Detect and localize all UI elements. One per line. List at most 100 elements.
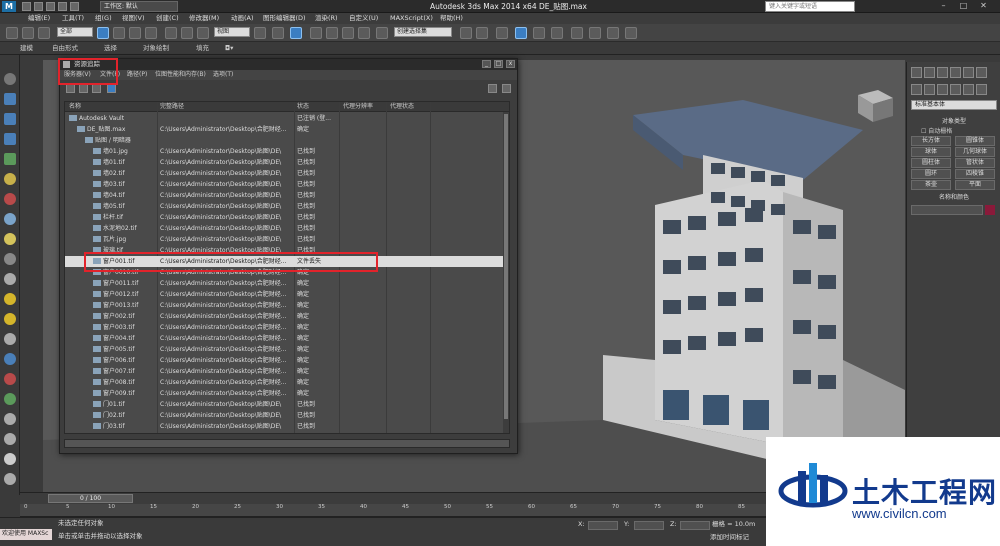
close-button[interactable]: ✕ bbox=[978, 1, 989, 12]
menu-help[interactable]: 帮助(H) bbox=[440, 14, 463, 23]
table-row[interactable]: 窗户006.tif C:\Users\Administrator\Desktop\… bbox=[65, 355, 505, 366]
tab-populate[interactable]: 填充 bbox=[196, 44, 209, 53]
primitive-type-select[interactable]: 标准基本体 bbox=[911, 100, 997, 110]
cameras-icon[interactable] bbox=[950, 84, 961, 95]
curve-editor-icon[interactable] bbox=[533, 27, 545, 39]
window-crossing-icon[interactable] bbox=[145, 27, 157, 39]
geometry-icon[interactable] bbox=[911, 84, 922, 95]
motion-tab-icon[interactable] bbox=[950, 67, 961, 78]
tab-object-paint[interactable]: 对象绘制 bbox=[143, 44, 169, 53]
table-row[interactable]: 墙04.tif C:\Users\Administrator\Desktop\贴图… bbox=[65, 190, 505, 201]
cone-button[interactable]: 圆锥体 bbox=[955, 136, 995, 146]
table-row[interactable]: 贴图 / 明暗器 bbox=[65, 135, 505, 146]
sphere-button[interactable]: 球体 bbox=[911, 147, 951, 157]
snap-toggle-icon[interactable] bbox=[310, 27, 322, 39]
menu-modifiers[interactable]: 修改器(M) bbox=[189, 14, 219, 23]
render-setup-icon[interactable] bbox=[589, 27, 601, 39]
table-row[interactable]: 门01.tif C:\Users\Administrator\Desktop\贴图… bbox=[65, 399, 505, 410]
col-status-header[interactable]: 状态 bbox=[297, 103, 309, 111]
unlink-icon[interactable] bbox=[22, 27, 34, 39]
dlg-tool-icon-1[interactable] bbox=[66, 84, 75, 93]
menu-animation[interactable]: 动画(A) bbox=[231, 14, 254, 23]
menu-rendering[interactable]: 渲染(R) bbox=[315, 14, 338, 23]
workspace-select[interactable]: 工作区: 默认 bbox=[100, 1, 178, 12]
bind-spacewarp-icon[interactable] bbox=[38, 27, 50, 39]
table-row[interactable]: 墙03.tif C:\Users\Administrator\Desktop\贴图… bbox=[65, 179, 505, 190]
rect-region-icon[interactable] bbox=[129, 27, 141, 39]
tool-icon-18[interactable] bbox=[4, 413, 16, 425]
tool-icon-5[interactable] bbox=[4, 153, 16, 165]
maximize-button[interactable]: □ bbox=[958, 1, 969, 12]
autogrid-checkbox[interactable]: ☐ 自动栅格 bbox=[921, 126, 952, 135]
utilities-tab-icon[interactable] bbox=[976, 67, 987, 78]
table-row[interactable]: 窗户0011.tif C:\Users\Administrator\Desktop… bbox=[65, 278, 505, 289]
create-category-icons[interactable] bbox=[911, 84, 999, 96]
tool-icon-15[interactable] bbox=[4, 353, 16, 365]
modify-tab-icon[interactable] bbox=[924, 67, 935, 78]
help-icon[interactable] bbox=[488, 84, 497, 93]
tool-icon-20[interactable] bbox=[4, 453, 16, 465]
box-button[interactable]: 长方体 bbox=[911, 136, 951, 146]
angle-snap-icon[interactable] bbox=[326, 27, 338, 39]
create-tab-icon[interactable] bbox=[911, 67, 922, 78]
teapot-button[interactable]: 茶壶 bbox=[911, 180, 951, 190]
table-row[interactable]: 窗户007.tif C:\Users\Administrator\Desktop\… bbox=[65, 366, 505, 377]
table-row[interactable]: 窗户0013.tif C:\Users\Administrator\Desktop… bbox=[65, 300, 505, 311]
table-row[interactable]: 窗户009.tif C:\Users\Administrator\Desktop\… bbox=[65, 388, 505, 399]
dialog-minimize-button[interactable]: _ bbox=[482, 60, 491, 68]
table-row[interactable]: 窗户0012.tif C:\Users\Administrator\Desktop… bbox=[65, 289, 505, 300]
schematic-view-icon[interactable] bbox=[551, 27, 563, 39]
tab-modeling[interactable]: 建模 bbox=[20, 44, 33, 53]
menu-maxscript[interactable]: MAXScript(X) bbox=[390, 14, 433, 23]
table-row[interactable]: 墙01.tif C:\Users\Administrator\Desktop\贴图… bbox=[65, 157, 505, 168]
redo-icon[interactable] bbox=[70, 2, 79, 11]
table-row[interactable]: 墙01.jpg C:\Users\Administrator\Desktop\贴图… bbox=[65, 146, 505, 157]
y-coord-field[interactable] bbox=[634, 521, 664, 530]
render-production-icon[interactable] bbox=[625, 27, 637, 39]
undo-icon[interactable] bbox=[58, 2, 67, 11]
dlg-tool-icon-2[interactable] bbox=[79, 84, 88, 93]
col-name-header[interactable]: 名称 bbox=[69, 103, 81, 111]
table-row[interactable]: DE_贴图.max C:\Users\Administrator\Desktop\… bbox=[65, 124, 505, 135]
pivot-center-icon[interactable] bbox=[254, 27, 266, 39]
save-file-icon[interactable] bbox=[46, 2, 55, 11]
spacewarps-icon[interactable] bbox=[976, 84, 987, 95]
menu-create[interactable]: 创建(C) bbox=[156, 14, 179, 23]
select-by-name-icon[interactable] bbox=[113, 27, 125, 39]
open-file-icon[interactable] bbox=[34, 2, 43, 11]
tool-icon-16[interactable] bbox=[4, 373, 16, 385]
table-row[interactable]: 窗户008.tif C:\Users\Administrator\Desktop\… bbox=[65, 377, 505, 388]
reference-coord-select[interactable]: 视图 bbox=[214, 27, 250, 37]
tool-icon-21[interactable] bbox=[4, 473, 16, 485]
maxscript-listener[interactable]: 欢迎使用 MAXSc bbox=[0, 529, 52, 540]
pyramid-button[interactable]: 四棱锥 bbox=[955, 169, 995, 179]
tool-icon-19[interactable] bbox=[4, 433, 16, 445]
tube-button[interactable]: 管状体 bbox=[955, 158, 995, 168]
table-row[interactable]: 墙02.tif C:\Users\Administrator\Desktop\贴图… bbox=[65, 168, 505, 179]
scale-icon[interactable] bbox=[197, 27, 209, 39]
dialog-menu-options[interactable]: 选项(T) bbox=[213, 71, 233, 79]
table-row[interactable]: 门02.tif C:\Users\Administrator\Desktop\贴图… bbox=[65, 410, 505, 421]
manipulate-icon[interactable] bbox=[272, 27, 284, 39]
table-row[interactable]: 门03.tif C:\Users\Administrator\Desktop\贴图… bbox=[65, 421, 505, 432]
mirror-icon[interactable] bbox=[460, 27, 472, 39]
selection-filter-select[interactable]: 全部 bbox=[57, 27, 93, 37]
tab-freeform[interactable]: 自由形式 bbox=[52, 44, 78, 53]
tool-icon-9[interactable] bbox=[4, 233, 16, 245]
table-row[interactable]: 墙05.tif C:\Users\Administrator\Desktop\贴图… bbox=[65, 201, 505, 212]
col-path-header[interactable]: 完整路径 bbox=[160, 103, 184, 111]
tool-icon-3[interactable] bbox=[4, 113, 16, 125]
rendered-frame-icon[interactable] bbox=[607, 27, 619, 39]
object-color-swatch[interactable] bbox=[985, 205, 995, 215]
menu-group[interactable]: 组(G) bbox=[95, 14, 112, 23]
tool-icon-8[interactable] bbox=[4, 213, 16, 225]
tool-icon-2[interactable] bbox=[4, 93, 16, 105]
dialog-menu-paths[interactable]: 路径(P) bbox=[127, 71, 147, 79]
search-input[interactable]: 键入关键字或短语 bbox=[765, 1, 855, 12]
table-row[interactable]: Autodesk Vault 已注销 (登... bbox=[65, 113, 505, 124]
table-row[interactable]: 窗户003.tif C:\Users\Administrator\Desktop\… bbox=[65, 322, 505, 333]
lights-icon[interactable] bbox=[937, 84, 948, 95]
shapes-icon[interactable] bbox=[924, 84, 935, 95]
dialog-scrollbar[interactable] bbox=[503, 112, 509, 433]
ribbon-options-icon[interactable]: ◘▾ bbox=[225, 44, 233, 53]
